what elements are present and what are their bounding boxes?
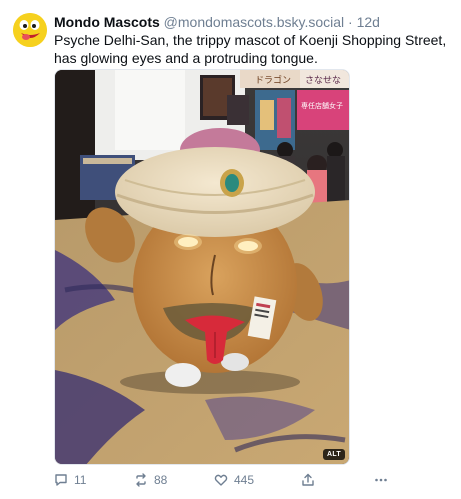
like-button[interactable]: 445 [214,471,254,489]
sign-text-top: ドラゴン [255,74,291,86]
mascot-photo: ドラゴン さなせな 専任店舗女子 [55,70,349,464]
more-options-button[interactable] [374,471,388,489]
repost-count: 88 [154,473,168,487]
separator: · [348,14,353,30]
alt-badge[interactable]: ALT [323,449,345,460]
post-text: Psyche Delhi-San, the trippy mascot of K… [54,32,447,66]
timestamp[interactable]: 12d [357,14,380,30]
repost-button[interactable]: 88 [134,471,167,489]
action-bar: 11 88 445 [54,471,394,489]
more-icon [375,478,387,482]
share-button[interactable] [301,471,315,489]
heart-icon [214,474,228,486]
display-name[interactable]: Mondo Mascots [54,14,160,30]
post-header: Mondo Mascots @mondomascots.bsky.social … [54,13,451,31]
post-image[interactable]: ドラゴン さなせな 専任店舗女子 ALT [54,69,350,465]
avatar[interactable] [13,13,47,47]
reply-count: 11 [74,473,87,487]
reply-button[interactable]: 11 [54,471,86,489]
post: Mondo Mascots @mondomascots.bsky.social … [0,0,461,499]
banner-text: 専任店舗女子 [301,101,343,110]
sign-text-right: さなせな [305,75,341,86]
like-count: 445 [234,473,255,487]
share-icon [302,473,314,486]
repost-icon [136,473,146,487]
handle[interactable]: @mondomascots.bsky.social [164,14,344,30]
avatar-mascot-face-icon [13,13,47,47]
reply-icon [55,474,67,486]
